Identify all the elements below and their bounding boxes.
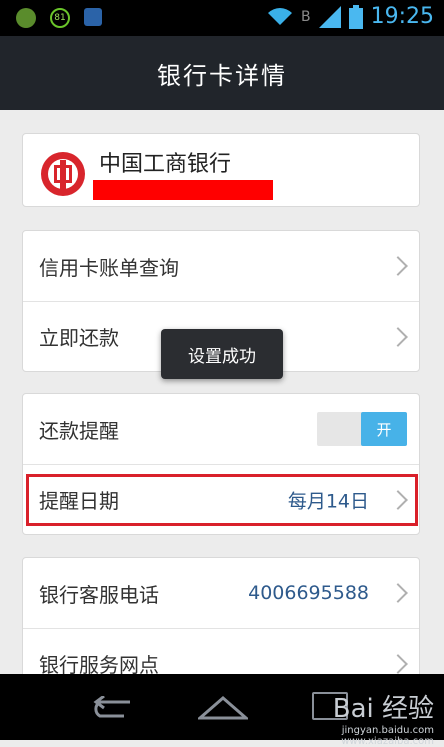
toast-message: 设置成功 — [161, 329, 283, 379]
signal-icon — [318, 5, 341, 28]
bank-card: 中国工商银行 — [22, 133, 420, 207]
status-bar: 81 B 19:25 — [0, 0, 444, 36]
reminder-toggle[interactable]: 开 — [317, 412, 407, 446]
watermark-brand: Bai 经验 — [332, 694, 434, 724]
title-bar: 银行卡详情 — [0, 36, 444, 110]
chevron-right-icon — [388, 653, 408, 674]
menu-item-label: 立即还款 — [39, 326, 119, 350]
app-icon-green — [16, 8, 36, 28]
chevron-right-icon — [388, 583, 408, 603]
phone-label: 银行客服电话 — [39, 582, 159, 607]
reminder-label: 还款提醒 — [39, 418, 119, 443]
battery-ring-icon: 81 — [50, 8, 70, 28]
menu-item-bill-query[interactable]: 信用卡账单查询 — [23, 231, 419, 301]
customer-service-phone-row[interactable]: 银行客服电话 4006695588 — [23, 558, 419, 628]
network-label: B — [300, 8, 311, 25]
bank-name: 中国工商银行 — [99, 152, 232, 177]
watermark-url-2: www.xiazaiba.com — [341, 736, 434, 747]
page-title: 银行卡详情 — [157, 61, 287, 90]
redacted-card-number — [93, 180, 273, 200]
home-icon[interactable] — [198, 694, 248, 720]
wifi-icon — [267, 7, 292, 25]
status-right: B 19:25 — [267, 4, 434, 29]
watermark-url: jingyan.baidu.com — [341, 725, 434, 736]
back-icon[interactable] — [90, 696, 134, 718]
repayment-reminder-row: 还款提醒 开 — [23, 394, 419, 464]
battery-icon — [348, 4, 363, 29]
phone-value: 4006695588 — [248, 582, 369, 604]
watermark: Bai 经验 jingyan.baidu.com www.xiazaiba.co… — [333, 688, 434, 747]
menu-item-label: 信用卡账单查询 — [39, 255, 179, 280]
chevron-right-icon — [388, 256, 408, 276]
chevron-right-icon — [388, 326, 408, 347]
highlight-box — [26, 474, 418, 526]
notification-icons: 81 — [16, 8, 102, 28]
toggle-on-knob: 开 — [361, 412, 407, 446]
bank-logo-icon — [41, 152, 85, 196]
app-icon-blue — [84, 8, 102, 26]
clock: 19:25 — [370, 4, 434, 29]
